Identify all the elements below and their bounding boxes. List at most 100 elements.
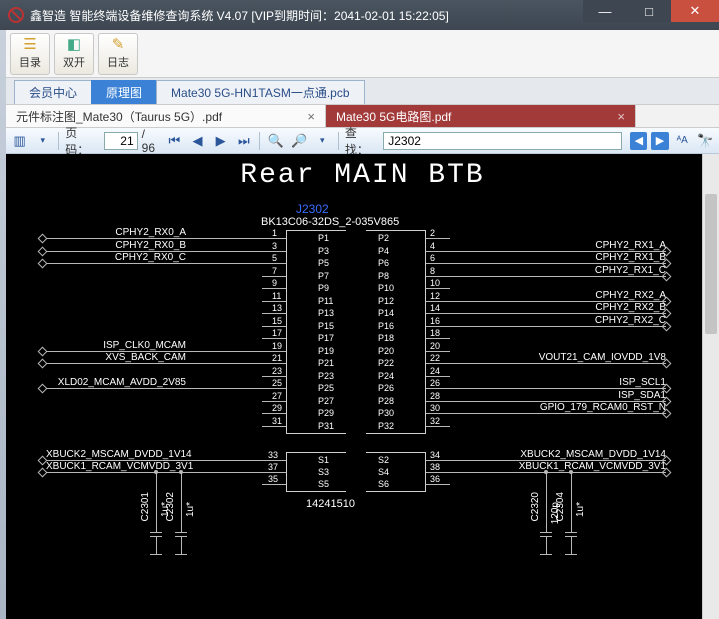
pin-stub [426,301,450,302]
maximize-button[interactable]: □ [627,0,671,22]
pin-number: 25 [272,378,282,388]
pin-stub [262,288,286,289]
pin-number: 34 [430,450,440,460]
net-label: XLD02_MCAM_AVDD_2V85 [46,377,186,388]
pin-name: P3 [318,246,329,256]
pin-stub [262,376,286,377]
catalog-button[interactable]: ☰ 目录 [10,33,50,75]
pin-number: 6 [430,253,435,263]
net-label: CPHY2_RX2_C [516,315,666,326]
pin-stub [262,326,286,327]
pin-name: P12 [378,296,394,306]
schematic-viewport[interactable]: Rear MAIN BTBJ2302BK13C06-32DS_2-035V865… [6,154,719,619]
net-label: ISP_SCL1 [516,377,666,388]
gnd-bar [565,554,577,555]
net-label: VOUT21_CAM_IOVDD_1V8 [516,352,666,363]
net-label: CPHY2_RX0_A [46,227,186,238]
close-button[interactable]: ✕ [671,0,719,22]
sidebar-toggle-icon[interactable]: ▥ [10,131,29,151]
net-label: XBUCK1_RCAM_VCMVDD_3V1 [516,461,666,472]
scrollbar-thumb[interactable] [705,194,717,334]
last-page-icon[interactable]: ⏭ [234,131,253,151]
zoom-out-icon[interactable]: 🔍 [266,131,285,151]
pdf-toolbar: ▥ ▾ 页码： / 96 ⏮ ◀ ▶ ⏭ 🔍 🔎 ▾ 查找： ◀ ▶ ᴬA 🔭 [0,128,719,154]
pin-number: 31 [272,416,282,426]
net-label: CPHY2_RX1_A [516,240,666,251]
pin-number: 15 [272,316,282,326]
find-next-button[interactable]: ▶ [651,132,668,150]
doc-tab-active[interactable]: Mate30 5G电路图.pdf × [326,105,636,127]
cap-plate [175,532,187,533]
pin-name: P24 [378,371,394,381]
junction [179,470,183,474]
close-icon[interactable]: × [617,109,625,124]
dual-open-button[interactable]: ◧ 双开 [54,33,94,75]
cap-lead [546,536,547,554]
pin-number: 30 [430,403,440,413]
search-input[interactable] [383,132,622,150]
next-page-icon[interactable]: ▶ [211,131,230,151]
pin-name: P17 [318,333,334,343]
pin-name: S1 [318,455,329,465]
net-port [662,409,672,419]
pin-stub [262,460,286,461]
pin-name: P26 [378,383,394,393]
zoom-in-icon[interactable]: 🔎 [290,131,309,151]
binoculars-icon[interactable]: 🔭 [696,131,715,151]
doc-tab-inactive[interactable]: 元件标注图_Mate30（Taurus 5G）.pdf × [6,105,326,127]
cap-ref: C2301 [140,492,151,521]
net-wire [46,363,262,364]
pin-stub [262,401,286,402]
pin-name: P21 [318,358,334,368]
net-wire [450,472,666,473]
find-prev-button[interactable]: ◀ [630,132,647,150]
pin-number: 24 [430,366,440,376]
cap-lead [181,536,182,554]
pin-stub [426,472,450,473]
net-label: XVS_BACK_CAM [46,352,186,363]
junction [544,470,548,474]
pin-number: 36 [430,474,440,484]
pin-number: 28 [430,391,440,401]
pin-stub [426,484,450,485]
find-label: 查找： [345,124,379,158]
pin-stub [262,413,286,414]
pin-name: P8 [378,271,389,281]
pin-number: 35 [268,474,278,484]
close-icon[interactable]: × [307,109,315,124]
pin-number: 13 [272,303,282,313]
pin-number: 23 [272,366,282,376]
pin-number: 11 [272,291,281,301]
pin-stub [426,351,450,352]
net-label: GPIO_179_RCAM0_RST_N [516,402,666,413]
dropdown-icon[interactable]: ▾ [33,131,52,151]
pin-number: 5 [272,253,277,263]
title-bar: 鑫智造 智能终端设备维修查询系统 V4.07 [VIP到期时间：2041-02-… [0,0,719,30]
prev-page-icon[interactable]: ◀ [188,131,207,151]
pin-name: P31 [318,421,334,431]
pin-stub [426,388,450,389]
pin-number: 21 [272,353,282,363]
pin-name: P14 [378,308,394,318]
minimize-button[interactable]: ― [583,0,627,22]
cap-plate [565,532,577,533]
tab-pcb[interactable]: Mate30 5G-HN1TASM一点通.pcb [156,80,365,104]
page-input[interactable] [104,132,138,150]
match-case-icon[interactable]: ᴬA [673,131,692,151]
net-label: CPHY2_RX1_B [516,252,666,263]
first-page-icon[interactable]: ⏮ [165,131,184,151]
dropdown-icon[interactable]: ▾ [313,131,332,151]
pin-number: 22 [430,353,440,363]
pin-name: P4 [378,246,389,256]
log-button[interactable]: ✎ 日志 [98,33,138,75]
pin-stub [426,338,450,339]
cap-lead [571,536,572,554]
pin-stub [262,363,286,364]
pin-stub [426,460,450,461]
tab-member-center[interactable]: 会员中心 [14,80,92,104]
log-label: 日志 [107,54,129,70]
doc-tab-label: Mate30 5G电路图.pdf [336,108,451,125]
tab-schematic[interactable]: 原理图 [91,80,157,104]
pin-name: P7 [318,271,329,281]
vertical-scrollbar[interactable] [702,154,719,619]
